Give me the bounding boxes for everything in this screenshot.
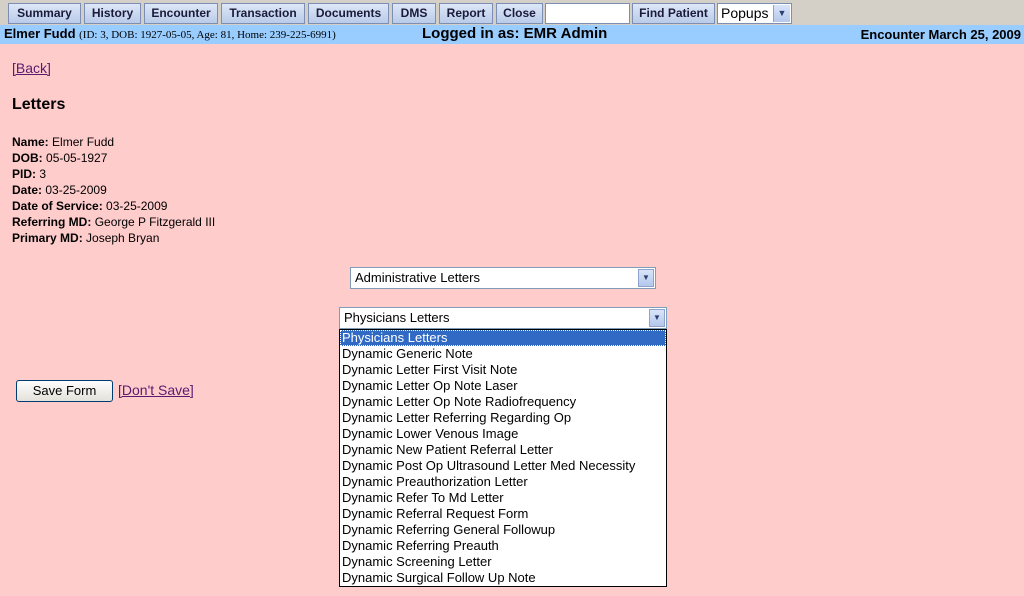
nav-close-button[interactable]: Close <box>496 3 543 24</box>
save-form-button[interactable]: Save Form <box>16 380 113 402</box>
nav-encounter-button[interactable]: Encounter <box>144 3 218 24</box>
back-link[interactable]: [Back] <box>12 60 51 76</box>
dropdown-option[interactable]: Dynamic Surgical Follow Up Note <box>340 570 666 586</box>
patient-meta: (ID: 3, DOB: 1927-05-05, Age: 81, Home: … <box>79 29 336 41</box>
dropdown-option[interactable]: Dynamic Lower Venous Image <box>340 426 666 442</box>
page-title: Letters <box>12 96 66 113</box>
popups-select-value: Popups <box>721 5 769 21</box>
logged-in-user: Logged in as: EMR Admin <box>422 25 608 42</box>
nav-report-button[interactable]: Report <box>439 3 493 24</box>
letter-category-value: Administrative Letters <box>355 270 480 285</box>
dropdown-option[interactable]: Dynamic Letter First Visit Note <box>340 362 666 378</box>
detail-row-date-of-service: Date of Service: 03-25-2009 <box>12 198 215 214</box>
dropdown-option[interactable]: Dynamic Refer To Md Letter <box>340 490 666 506</box>
chevron-down-icon: ▼ <box>773 5 790 22</box>
dropdown-option[interactable]: Dynamic Post Op Ultrasound Letter Med Ne… <box>340 458 666 474</box>
detail-row-name: Name: Elmer Fudd <box>12 134 215 150</box>
detail-row-dob: DOB: 05-05-1927 <box>12 150 215 166</box>
detail-label: Primary MD: <box>12 231 83 245</box>
detail-value: 03-25-2009 <box>45 183 107 197</box>
nav-dms-button[interactable]: DMS <box>392 3 436 24</box>
patient-details: Name: Elmer Fudd DOB: 05-05-1927 PID: 3 … <box>12 134 215 246</box>
letter-template-dropdown-list: Physicians Letters Dynamic Generic Note Dy… <box>339 329 667 587</box>
top-nav: Summary History Encounter Transaction Do… <box>0 0 1024 25</box>
detail-value: Joseph Bryan <box>86 231 160 245</box>
dropdown-option[interactable]: Dynamic Generic Note <box>340 346 666 362</box>
patient-name: Elmer Fudd <box>4 26 76 41</box>
dropdown-option[interactable]: Physicians Letters <box>340 330 666 346</box>
nav-summary-button[interactable]: Summary <box>8 3 81 24</box>
nav-history-button[interactable]: History <box>84 3 141 24</box>
dropdown-option[interactable]: Dynamic New Patient Referral Letter <box>340 442 666 458</box>
detail-value: George P Fitzgerald III <box>94 215 216 229</box>
detail-label: Referring MD: <box>12 215 92 229</box>
dropdown-option[interactable]: Dynamic Letter Referring Regarding Op <box>340 410 666 426</box>
patient-info-bar: Elmer Fudd (ID: 3, DOB: 1927-05-05, Age:… <box>0 25 1024 44</box>
detail-row-referring-md: Referring MD: George P Fitzgerald III <box>12 214 215 230</box>
letter-template-value: Physicians Letters <box>344 310 450 325</box>
letter-template-select[interactable]: Physicians Letters ▼ <box>339 307 667 329</box>
detail-value: Elmer Fudd <box>52 135 115 149</box>
chevron-down-icon: ▼ <box>638 269 654 287</box>
dropdown-option[interactable]: Dynamic Preauthorization Letter <box>340 474 666 490</box>
detail-row-date: Date: 03-25-2009 <box>12 182 215 198</box>
letter-category-select[interactable]: Administrative Letters ▼ <box>350 267 656 289</box>
detail-row-primary-md: Primary MD: Joseph Bryan <box>12 230 215 246</box>
popups-select[interactable]: Popups ▼ <box>717 3 792 24</box>
dont-save-link[interactable]: [Don't Save] <box>118 382 194 398</box>
find-patient-button[interactable]: Find Patient <box>632 3 715 24</box>
dropdown-option[interactable]: Dynamic Screening Letter <box>340 554 666 570</box>
dropdown-option[interactable]: Dynamic Referring General Followup <box>340 522 666 538</box>
detail-label: Date of Service: <box>12 199 103 213</box>
detail-value: 05-05-1927 <box>46 151 108 165</box>
detail-label: PID: <box>12 167 36 181</box>
detail-row-pid: PID: 3 <box>12 166 215 182</box>
detail-label: Date: <box>12 183 43 197</box>
patient-search-input[interactable] <box>545 3 630 24</box>
nav-documents-button[interactable]: Documents <box>308 3 389 24</box>
detail-label: Name: <box>12 135 49 149</box>
nav-transaction-button[interactable]: Transaction <box>221 3 305 24</box>
dropdown-option[interactable]: Dynamic Letter Op Note Radiofrequency <box>340 394 666 410</box>
dropdown-option[interactable]: Dynamic Referring Preauth <box>340 538 666 554</box>
detail-label: DOB: <box>12 151 43 165</box>
dropdown-option[interactable]: Dynamic Referral Request Form <box>340 506 666 522</box>
patient-name-area: Elmer Fudd (ID: 3, DOB: 1927-05-05, Age:… <box>4 26 336 41</box>
detail-value: 3 <box>39 167 47 181</box>
encounter-date: Encounter March 25, 2009 <box>860 27 1021 42</box>
dropdown-option[interactable]: Dynamic Letter Op Note Laser <box>340 378 666 394</box>
detail-value: 03-25-2009 <box>106 199 168 213</box>
chevron-down-icon: ▼ <box>649 309 665 327</box>
